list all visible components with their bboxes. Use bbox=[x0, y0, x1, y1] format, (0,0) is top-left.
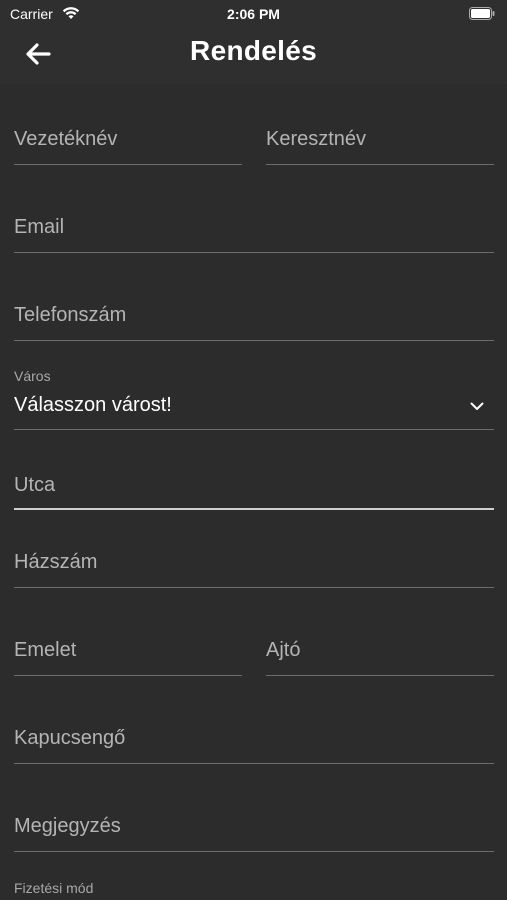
floor-field[interactable]: Emelet bbox=[14, 631, 242, 676]
doorbell-field[interactable]: Kapucsengő bbox=[14, 719, 494, 764]
chevron-down-icon bbox=[470, 398, 484, 416]
phone-placeholder: Telefonszám bbox=[14, 304, 127, 326]
email-placeholder: Email bbox=[14, 216, 65, 238]
city-label: Város bbox=[14, 368, 51, 384]
email-field[interactable]: Email bbox=[14, 208, 494, 253]
note-placeholder: Megjegyzés bbox=[14, 815, 121, 837]
first-name-field[interactable]: Keresztnév bbox=[266, 120, 494, 165]
payment-method-label: Fizetési mód bbox=[14, 880, 94, 896]
status-bar: Carrier 2:06 PM bbox=[0, 0, 507, 28]
city-select[interactable]: Város Válasszon várost! bbox=[14, 368, 494, 430]
nav-bar: Rendelés bbox=[0, 28, 507, 84]
phone-field[interactable]: Telefonszám bbox=[14, 296, 494, 341]
note-field[interactable]: Megjegyzés bbox=[14, 807, 494, 852]
street-placeholder: Utca bbox=[14, 474, 56, 496]
battery-icon bbox=[469, 7, 495, 25]
clock: 2:06 PM bbox=[227, 6, 280, 22]
city-value: Válasszon várost! bbox=[14, 394, 172, 416]
last-name-field[interactable]: Vezetéknév bbox=[14, 120, 242, 165]
last-name-placeholder: Vezetéknév bbox=[14, 128, 118, 150]
house-number-placeholder: Házszám bbox=[14, 551, 98, 573]
house-number-field[interactable]: Házszám bbox=[14, 543, 494, 588]
door-placeholder: Ajtó bbox=[266, 639, 301, 661]
doorbell-placeholder: Kapucsengő bbox=[14, 727, 126, 749]
floor-placeholder: Emelet bbox=[14, 639, 77, 661]
page-title: Rendelés bbox=[190, 35, 317, 66]
first-name-placeholder: Keresztnév bbox=[266, 128, 367, 150]
street-field[interactable]: Utca bbox=[14, 464, 494, 510]
door-field[interactable]: Ajtó bbox=[266, 631, 494, 676]
